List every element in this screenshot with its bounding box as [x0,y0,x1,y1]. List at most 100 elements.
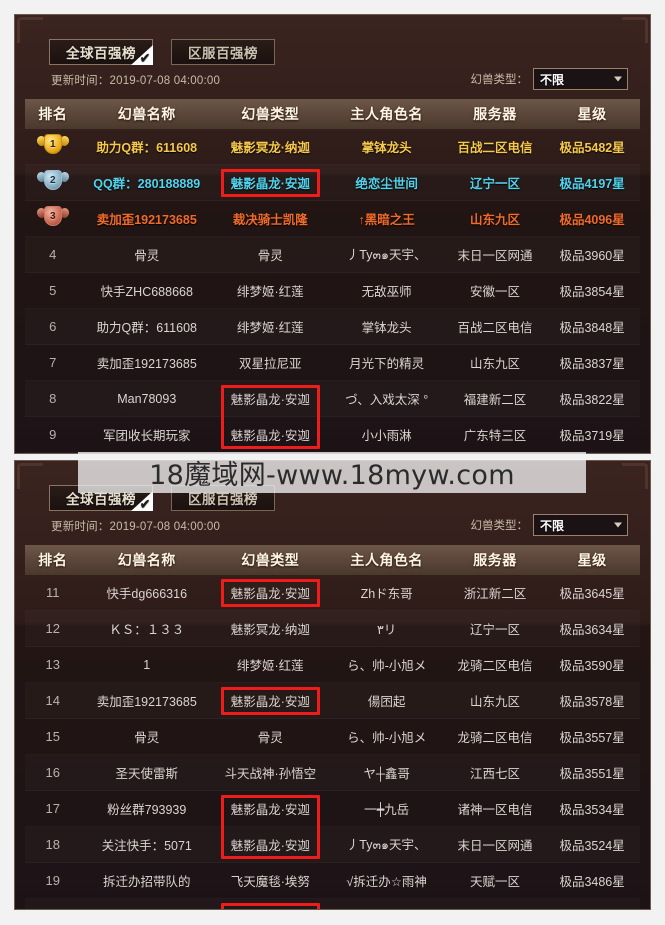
star-level-cell: 极品3590星 [559,659,625,673]
pet-type-cell: 飞天魔毯·埃努 [230,875,310,889]
star-level-cell: 极品4197星 [559,177,625,191]
owner-name-cell: 丿Ty๓๑天宇、 [346,838,427,852]
star-level-cell: 极品4096星 [559,213,625,227]
tab-server-ranking[interactable]: 区服百强榜 [171,39,275,65]
server-cell: 百战二区电信 [457,141,533,155]
table-row[interactable]: 16 圣天使雷斯 斗天战神·孙悟空 ヤ┼鑫哥 江西七区 极品3551星 [25,755,640,791]
owner-name-cell: 偒囨起 [367,695,406,709]
column-header-stars: 星级 [577,106,607,122]
server-cell: 浙江新二区 [463,587,527,601]
server-cell: 山东九区 [469,695,520,709]
server-cell: 山东九区 [469,357,520,371]
star-level-cell: 极品3484星 [544,907,640,909]
rank-number: 17 [45,801,60,816]
pet-name-cell: Man78093 [117,391,177,406]
star-level-cell: 极品3960星 [559,249,625,263]
rank-number: 13 [45,657,60,672]
column-header-server: 服务器 [473,106,517,122]
table-row[interactable]: 6 助力Q群：611608 绯梦姬·红莲 掌钵龙头 百战二区电信 极品3848星 [25,309,640,345]
star-level-cell: 极品3486星 [559,875,625,889]
owner-name-cell: Zhド东哥 [360,587,413,601]
column-header-pet-name: 幻兽名称 [117,552,176,568]
owner-name-cell: づ、入戏太深 ° [345,393,429,407]
pet-type-cell: 魅影晶龙·安迦 [230,839,310,853]
column-header-server: 服务器 [473,552,517,568]
table-row[interactable]: 7 卖加歪192173685 双星拉尼亚 月光下的精灵 山东九区 极品3837星 [25,345,640,381]
chevron-down-icon [614,76,622,82]
update-time: 更新时间：2019-07-08 04:00:00 [51,521,221,533]
star-level-cell: 极品5482星 [559,141,625,155]
pet-name-cell: 关注快手：5071 [101,839,192,853]
pet-type-select-value: 不限 [540,72,565,87]
table-row[interactable]: 9 军团收长期玩家 魅影晶龙·安迦 小小雨淋 广东特三区 极品3719星 [25,417,640,453]
pet-type-cell: 骨灵 [257,249,283,263]
star-level-cell: 极品3634星 [559,623,625,637]
pet-type-filter-label: 幻兽类型： [470,74,529,86]
server-cell: 诸神一区电信 [457,803,533,817]
server-cell: 福建新二区 [463,393,527,407]
table-row[interactable]: 2 QQ群：280188889 魅影晶龙·安迦 绝恋尘世间 辽宁一区 极品4197星 [25,165,640,201]
table-row[interactable]: 11 快手dg666316 魅影晶龙·安迦 Zhド东哥 浙江新二区 极品3645星 [25,575,640,611]
table-row[interactable]: 3 卖加歪192173685 裁决骑士凯隆 ↑黑暗之王 山东九区 极品4096星 [25,201,640,237]
pet-type-cell: 魅影晶龙·安迦 [213,907,328,909]
table-row[interactable]: 17 粉丝群793939 魅影晶龙·安迦 一┿九岳 诸神一区电信 极品3534星 [25,791,640,827]
rank-number: 18 [45,837,60,852]
tab-global-ranking[interactable]: 全球百强榜 ✔ [49,39,153,65]
table-row[interactable]: 19 拆迁办招带队的 飞天魔毯·埃努 √拆迁办☆雨神 天赋一区 极品3486星 [25,863,640,899]
table-header: 排名 幻兽名称 幻兽类型 主人角色名 服务器 星级 [25,545,640,575]
pet-name-cell: 粉丝群793939 [107,803,187,817]
pet-name-cell: 快手dg666316 [106,587,188,601]
star-level-cell: 极品3837星 [559,357,625,371]
rank-number: 9 [49,427,57,442]
meta-row: 更新时间：2019-07-08 04:00:00 幻兽类型： 不限 [15,68,650,98]
rank-cell: 4 [25,247,81,262]
server-cell: 辽宁一区 [469,623,520,637]
star-level-cell: 极品3848星 [559,321,625,335]
table-row[interactable]: 13 1 绯梦姬·红莲 ら、帅-小旭メ 龙骑二区电信 极品3590星 [25,647,640,683]
server-cell: 福建新二区 [446,907,544,909]
column-header-pet-type: 幻兽类型 [241,106,300,122]
column-header-owner: 主人角色名 [350,106,423,122]
pet-name-cell: 卖加歪192173685 [96,357,197,371]
table-row[interactable]: 1 助力Q群：611608 魅影冥龙·纳迦 掌钵龙头 百战二区电信 极品5482星 [25,129,640,165]
column-header-pet-name: 幻兽名称 [117,106,176,122]
rank-number: 12 [45,621,60,636]
server-cell: 末日一区网通 [457,249,533,263]
owner-name-cell: 月光下的精灵 [349,357,425,371]
rank-cell: 20 [25,909,81,910]
table-row[interactable]: 12 ＫＳ：１３３ 魅影冥龙·纳迦 ۳リ 辽宁一区 极品3634星 [25,611,640,647]
table-row[interactable]: 8 Man78093 魅影晶龙·安迦 づ、入戏太深 ° 福建新二区 极品3822星 [25,381,640,417]
pet-type-filter: 幻兽类型： 不限 [470,68,628,90]
tab-global-ranking-label: 全球百强榜 [66,46,136,61]
table-row[interactable]: 15 骨灵 骨灵 ら、帅-小旭メ 龙骑二区电信 极品3557星 [25,719,640,755]
owner-name-cell: √拆迁办☆雨神 [346,875,427,889]
owner-name-cell: ↑黑暗之王 [358,213,415,227]
server-cell: 龙骑二区电信 [457,731,533,745]
pet-type-select[interactable]: 不限 [533,68,628,90]
check-glyph-icon: ✔ [139,496,151,511]
table-row[interactable]: 5 快手ZHC688668 绯梦姬·红莲 无敌巫师 安徽一区 极品3854星 [25,273,640,309]
star-level-cell: 极品3534星 [559,803,625,817]
pet-type-cell: 魅影晶龙·安迦 [230,393,310,407]
pet-name-cell: 拆迁办招带队的 [102,875,191,889]
tab-bar: 全球百强榜 ✔ 区服百强榜 [49,39,275,65]
pet-type-cell: 斗天战神·孙悟空 [224,767,317,781]
pet-type-select[interactable]: 不限 [533,514,628,536]
pet-type-cell: 绯梦姬·红莲 [236,659,304,673]
table-row[interactable]: 20 快手：mypp1687魅影晶龙·安迦丿๑๑枫尐爺丶福建新二区极品3484星 [25,899,640,910]
rank-number: 11 [46,585,60,600]
owner-name-cell: 无敌巫师 [361,285,412,299]
rank-number: 8 [49,391,57,406]
rank-cell: 13 [25,657,81,672]
rank-cell: 18 [25,837,81,852]
pet-name-cell: 快手ZHC688668 [100,285,193,299]
update-time: 更新时间：2019-07-08 04:00:00 [51,75,221,87]
pet-type-cell: 魅影晶龙·安迦 [230,695,310,709]
table-row[interactable]: 18 关注快手：5071 魅影晶龙·安迦 丿Ty๓๑天宇、 末日一区网通 极品3524星 [25,827,640,863]
pet-name-cell: 快手：mypp1687 [81,907,213,909]
table-row[interactable]: 4 骨灵 骨灵 丿Ty๓๑天宇、 末日一区网通 极品3960星 [25,237,640,273]
table-row[interactable]: 14 卖加歪192173685 魅影晶龙·安迦 偒囨起 山东九区 极品3578星 [25,683,640,719]
gold-medal-icon: 1 [35,132,71,158]
pet-type-cell: 绯梦姬·红莲 [236,285,304,299]
owner-name-cell: 丿Ty๓๑天宇、 [346,248,427,262]
